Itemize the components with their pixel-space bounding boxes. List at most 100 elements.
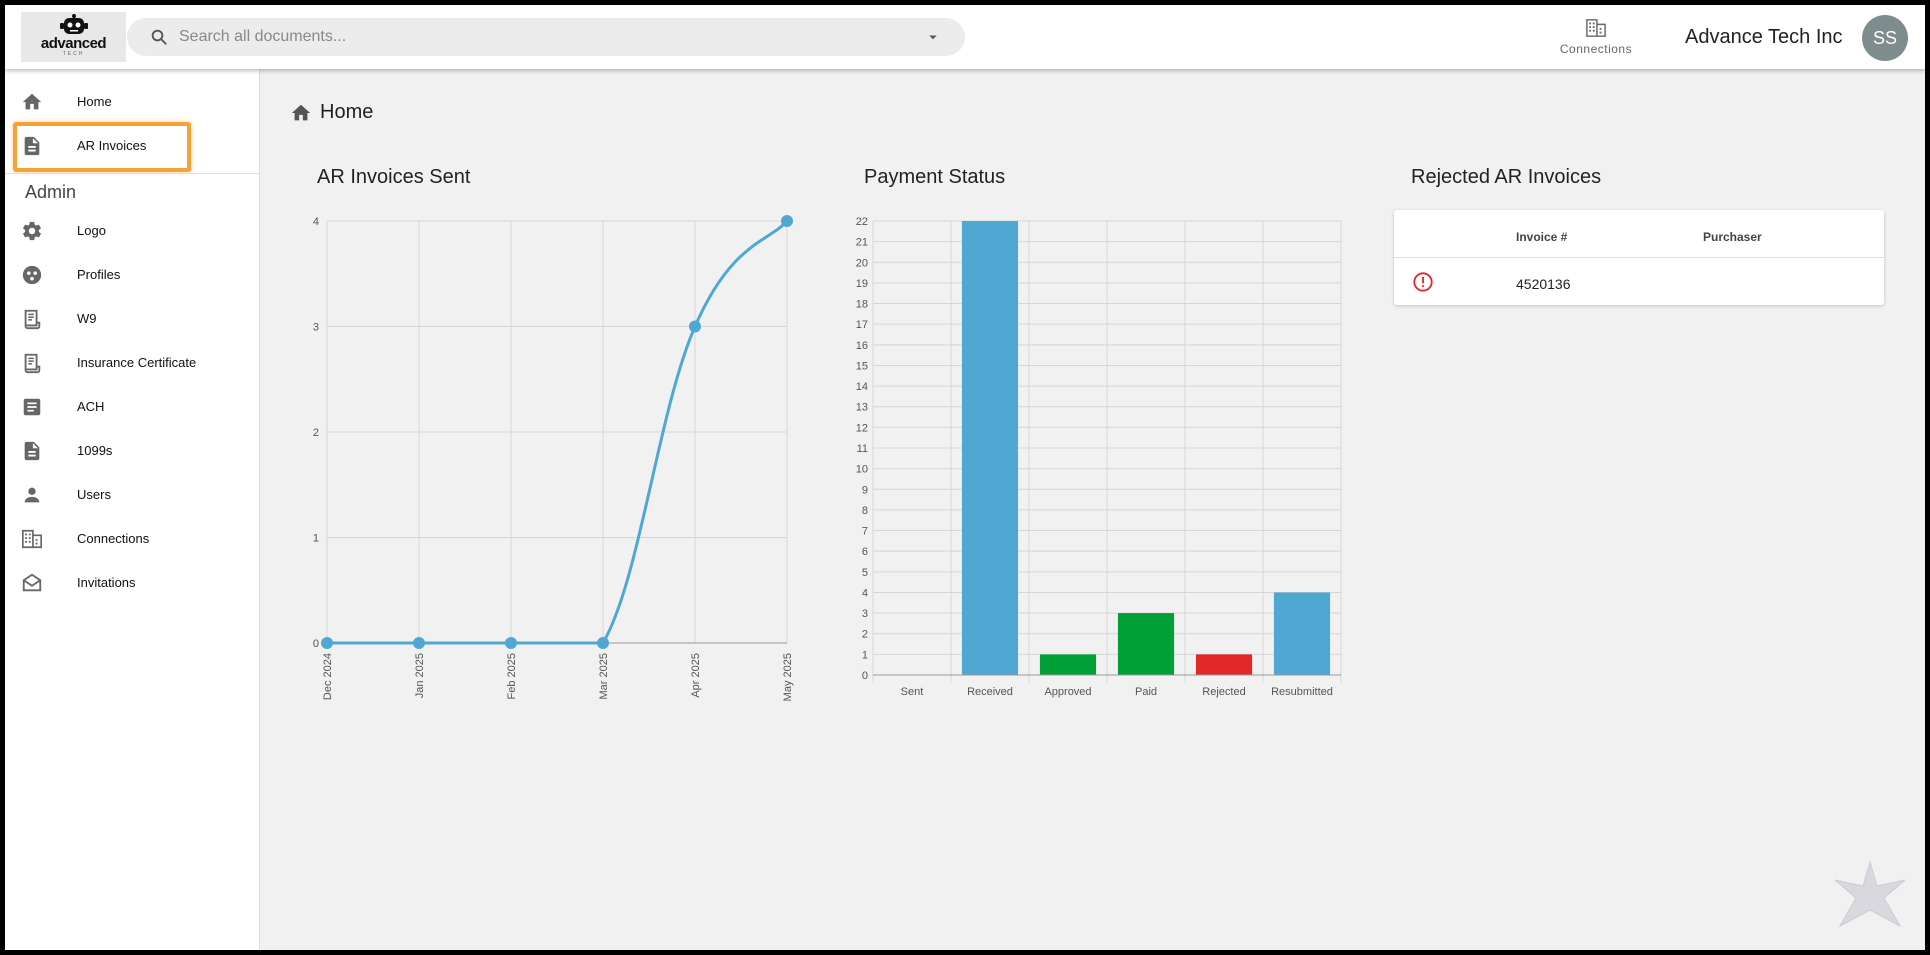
bar <box>1273 592 1331 675</box>
caret-down-icon[interactable] <box>924 28 942 46</box>
data-point <box>321 637 333 649</box>
file-icon <box>24 441 40 461</box>
y-tick-label: 16 <box>856 340 868 352</box>
robot-logo-icon <box>59 14 88 34</box>
y-tick-label: 5 <box>862 567 868 579</box>
y-tick-label: 19 <box>856 278 868 290</box>
sidebar-item-label: Profiles <box>77 266 121 282</box>
ar-invoices-sent-title: AR Invoices Sent <box>317 166 471 188</box>
bar <box>961 221 1019 675</box>
table-cell-invoice[interactable]: 4520136 <box>1516 276 1571 292</box>
app-window: advanced TECH Connections Advance T <box>5 5 1925 950</box>
home-icon <box>22 93 42 110</box>
bar <box>1195 654 1253 675</box>
logo-text: advanced <box>40 35 107 52</box>
y-tick-label: 14 <box>856 381 868 393</box>
y-tick-label: 0 <box>313 638 319 650</box>
y-tick-label: 17 <box>856 319 868 331</box>
sidebar-item-invitations[interactable]: Invitations <box>5 562 260 602</box>
y-tick-label: 1 <box>862 649 868 661</box>
data-point <box>689 320 701 333</box>
sidebar-item-connections[interactable]: Connections <box>5 518 260 558</box>
y-tick-label: 10 <box>856 464 868 476</box>
y-tick-label: 2 <box>862 629 868 641</box>
building-icon <box>22 529 42 549</box>
y-tick-label: 20 <box>856 257 868 269</box>
y-tick-label: 3 <box>313 322 319 334</box>
data-point <box>597 637 609 649</box>
search-input[interactable] <box>179 18 919 56</box>
sidebar-item-label: Home <box>77 93 112 109</box>
gear-icon <box>23 221 41 241</box>
sidebar-item-1099s[interactable]: 1099s <box>5 430 260 470</box>
x-tick-label: Jan 2025 <box>414 653 426 698</box>
sidebar-item-ach[interactable]: ACH <box>5 386 260 426</box>
profiles-icon <box>22 265 42 285</box>
y-tick-label: 0 <box>862 670 868 682</box>
y-tick-label: 1 <box>313 533 319 545</box>
error-icon <box>1413 272 1433 292</box>
column-header-purchaser: Purchaser <box>1703 230 1762 244</box>
sidebar: Home AR Invoices Admin Logo Profiles W9 … <box>5 69 260 950</box>
user-avatar[interactable]: SS <box>1862 15 1908 61</box>
sidebar-item-label: Invitations <box>77 574 136 590</box>
sidebar-divider <box>5 173 260 174</box>
x-tick-label: Feb 2025 <box>506 653 518 699</box>
y-tick-label: 6 <box>862 546 868 558</box>
header-divider <box>1394 257 1884 258</box>
breadcrumb-label: Home <box>320 101 374 123</box>
sidebar-item-profiles[interactable]: Profiles <box>5 254 260 294</box>
x-tick-label: Received <box>967 686 1013 698</box>
sidebar-item-insurance-certificate[interactable]: Insurance Certificate <box>5 342 260 382</box>
sidebar-item-label: Insurance Certificate <box>77 354 197 370</box>
sidebar-item-label: Users <box>77 486 111 502</box>
x-tick-label: Rejected <box>1202 686 1245 698</box>
sidebar-item-label: 1099s <box>77 442 113 458</box>
star-watermark-icon <box>1834 860 1906 928</box>
y-tick-label: 3 <box>862 608 868 620</box>
x-tick-label: Paid <box>1135 686 1157 698</box>
breadcrumb: Home <box>290 101 373 124</box>
article-icon <box>23 398 41 416</box>
x-tick-label: Apr 2025 <box>690 653 702 698</box>
company-logo[interactable]: advanced TECH <box>21 12 126 62</box>
sidebar-item-label: Logo <box>77 222 106 238</box>
column-header-invoice: Invoice # <box>1516 230 1568 244</box>
top-bar: advanced TECH Connections Advance T <box>5 5 1925 69</box>
sidebar-item-label: W9 <box>77 310 97 326</box>
admin-heading: Admin <box>25 182 77 202</box>
sidebar-item-w9[interactable]: W9 <box>5 298 260 338</box>
bar <box>1039 654 1097 675</box>
sidebar-item-users[interactable]: Users <box>5 474 260 514</box>
sidebar-item-logo[interactable]: Logo <box>5 210 260 250</box>
y-tick-label: 9 <box>862 484 868 496</box>
user-icon <box>24 487 40 503</box>
y-tick-label: 4 <box>862 587 868 599</box>
sidebar-item-label: ACH <box>77 398 105 414</box>
connections-button[interactable]: Connections <box>1551 18 1641 60</box>
data-point <box>505 637 517 649</box>
connections-label: Connections <box>1559 42 1633 56</box>
company-name: Advance Tech Inc <box>1685 26 1843 48</box>
payment-status-title: Payment Status <box>864 166 1006 188</box>
x-tick-label: Sent <box>901 686 924 698</box>
y-tick-label: 15 <box>856 360 868 372</box>
y-tick-label: 12 <box>856 422 868 434</box>
certificate-icon <box>24 353 41 374</box>
envelope-icon <box>22 573 42 592</box>
sidebar-item-home[interactable]: Home <box>5 81 260 121</box>
search-icon <box>151 29 167 45</box>
data-point <box>781 215 793 227</box>
x-tick-label: Dec 2024 <box>322 653 334 700</box>
y-tick-label: 7 <box>862 526 868 538</box>
selection-highlight <box>13 122 191 172</box>
ar-invoices-sent-chart: 0 1 2 3 4 Dec 2024 Jan 2025 Feb 2025 Mar 2025 Apr… <box>313 215 794 701</box>
search-bar <box>127 18 965 56</box>
sidebar-item-label: Connections <box>77 530 150 546</box>
y-tick-label: 4 <box>313 216 319 228</box>
data-point <box>413 637 425 649</box>
y-tick-label: 18 <box>856 299 868 311</box>
x-tick-label: Approved <box>1044 686 1091 698</box>
rejected-invoices-title: Rejected AR Invoices <box>1411 166 1602 188</box>
bar <box>1117 613 1175 675</box>
